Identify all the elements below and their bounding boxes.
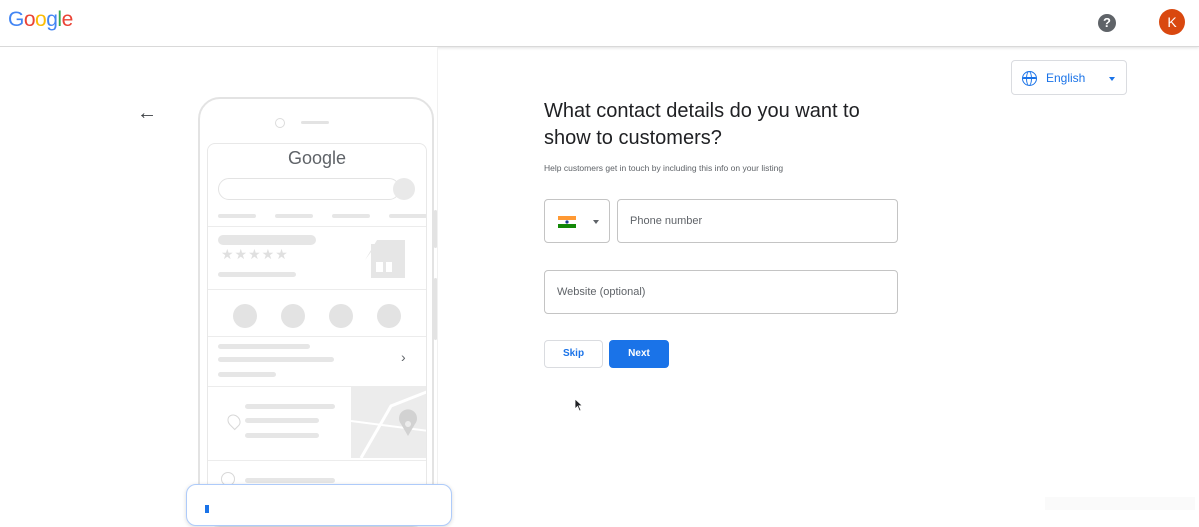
india-flag-icon [558,216,576,228]
phone-rating-stars: ★★★★★ [221,246,289,262]
phone-text-placeholder [245,478,335,483]
bookmark-icon [329,304,353,328]
logo-letter-6: e [61,8,74,31]
skip-button[interactable]: Skip [544,340,603,368]
phone-text-placeholder [218,357,334,362]
phone-camera-icon [275,118,285,128]
phone-divider [208,460,426,461]
chevron-right-icon: › [401,349,406,365]
phone-divider [208,289,426,290]
phone-tab-bar [389,214,426,218]
website-globe-icon [377,304,401,328]
bottom-overlay [1045,497,1195,510]
phone-text-placeholder [245,418,319,423]
phone-tab-bar [275,214,313,218]
phone-divider [208,336,426,337]
phone-divider [208,226,426,227]
map-thumbnail [351,386,426,458]
mouse-cursor-icon [574,398,584,412]
card-accent [205,505,209,513]
phone-text-placeholder [245,404,335,409]
language-select[interactable]: English [1011,60,1127,95]
caret-down-icon [593,220,599,224]
phone-screen: Google ★★★★★ › [207,143,427,525]
phone-text-placeholder [218,344,310,349]
google-logo[interactable]: Google [8,8,73,32]
phone-speaker [301,121,329,124]
next-button[interactable]: Next [609,340,669,368]
phone-illustration: Google ★★★★★ › [198,97,434,527]
language-label: English [1046,71,1086,85]
back-arrow-icon[interactable]: ← [137,102,157,125]
country-code-select[interactable] [544,199,610,243]
phone-number-field[interactable]: Phone number [617,199,898,243]
globe-icon [1022,71,1037,86]
phone-side-button [434,278,437,340]
phone-number-placeholder: Phone number [630,215,703,227]
phone-title-placeholder [218,235,316,245]
logo-letter-4: g [46,8,58,31]
account-avatar[interactable]: K [1159,9,1185,35]
logo-letter-3: o [35,8,47,31]
phone-text-placeholder [218,372,276,377]
page-subtitle: Help customers get in touch by including… [544,163,784,173]
website-placeholder: Website (optional) [557,286,646,298]
phone-tab-bar [332,214,370,218]
phone-popup-card [186,484,452,526]
logo-letter-2: o [23,8,36,31]
phone-text-placeholder [218,272,296,277]
phone-text-placeholder [245,433,319,438]
location-pin-icon [224,411,244,431]
phone-side-button [434,210,437,248]
top-app-bar: Google ? K [0,0,1199,47]
phone-search-bar [218,178,400,200]
phone-tab-bar [218,214,256,218]
phone-call-icon [233,304,257,328]
directions-icon [281,304,305,328]
phone-search-icon [393,178,415,200]
phone-google-logo: Google [287,148,347,168]
caret-down-icon [1109,77,1115,81]
help-icon[interactable]: ? [1098,14,1116,32]
logo-letter-1: G [8,8,24,31]
page-title: What contact details do you want to show… [544,100,860,149]
storefront-icon [365,240,405,278]
website-field[interactable]: Website (optional) [544,270,898,314]
